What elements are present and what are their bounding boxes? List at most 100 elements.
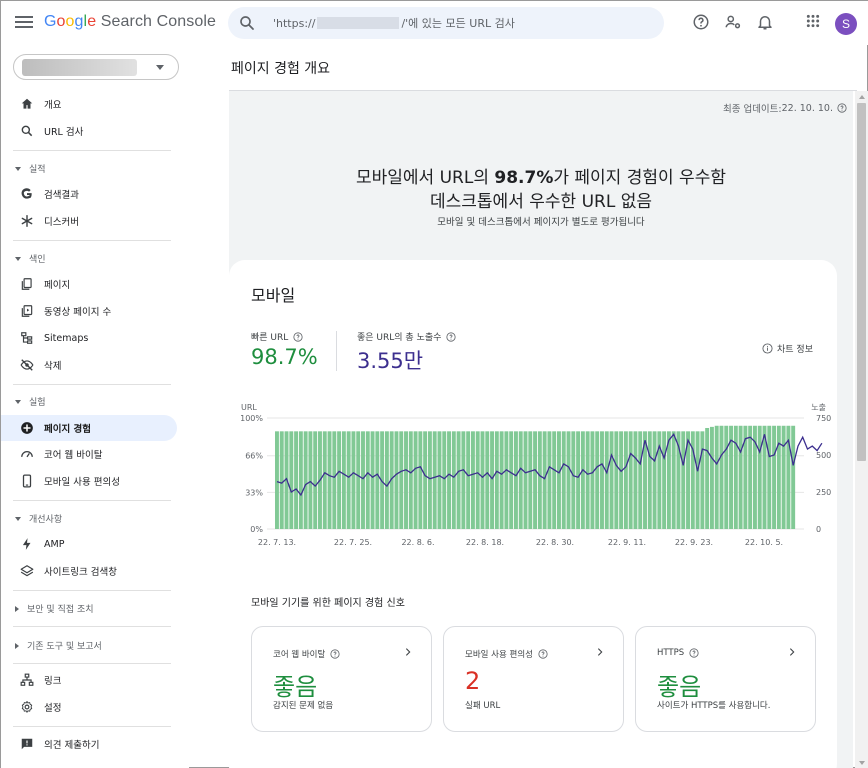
help-icon[interactable] [330, 649, 340, 659]
sidebar-item-pages[interactable]: 페이지 [1, 271, 177, 297]
help-icon[interactable] [689, 648, 699, 658]
metric-impressions[interactable]: 좋은 URL의 총 노출수 3.55만 [357, 330, 456, 375]
sidebar-item-search-results[interactable]: 검색결과 [1, 181, 177, 207]
main-scrollbar[interactable] [855, 91, 868, 768]
page-experience-chart: URL 노출 100% 750 66% 500 33% 250 0% 0 22. 7. 13. 22.… [240, 402, 831, 547]
signal-value: 2 [465, 667, 481, 695]
chart-bar [375, 431, 380, 529]
scroll-down-arrow-icon[interactable] [859, 761, 865, 765]
chart-bar [767, 425, 772, 529]
sidebar: 개요 URL 검사 실적 검색결과 디스커버 색인 페이지 동영상 페이지 수 … [1, 45, 189, 768]
chart-bar [523, 431, 528, 529]
apps-grid-icon[interactable] [805, 13, 821, 29]
sidebar-section-enhancements[interactable]: 개선사항 [15, 512, 62, 525]
chart-bar [518, 431, 523, 529]
notifications-bell-icon[interactable] [756, 13, 774, 31]
sidebar-section-performance[interactable]: 실적 [15, 162, 46, 175]
sidebar-item-amp[interactable]: AMP [1, 531, 177, 557]
sidebar-divider [13, 384, 171, 385]
search-icon [21, 125, 33, 137]
sidebar-item-url-inspection[interactable]: URL 검사 [1, 118, 177, 144]
help-icon[interactable] [538, 649, 548, 659]
signal-description: 감지된 문제 없음 [273, 701, 334, 711]
chart-bar [370, 431, 375, 529]
chart-bar [791, 425, 796, 529]
chart-bar [576, 431, 581, 529]
chart-bar [681, 431, 686, 529]
chart-bar [733, 425, 738, 529]
sidebar-section-index[interactable]: 색인 [15, 252, 46, 265]
sidebar-item-settings[interactable]: 설정 [1, 694, 177, 720]
chart-info-button[interactable]: 차트 정보 [762, 342, 813, 355]
chart-bar [322, 431, 327, 529]
chart-bar [561, 431, 566, 529]
signal-card-https[interactable]: HTTPS 좋음 사이트가 HTTPS를 사용합니다. [635, 626, 816, 732]
x-axis-tick: 22. 8. 18. [466, 538, 504, 547]
chart-bar [327, 431, 332, 529]
chart-bar [700, 431, 705, 529]
chart-bar [313, 431, 318, 529]
section-label: 실험 [29, 398, 46, 408]
sidebar-item-links[interactable]: 링크 [1, 667, 177, 693]
property-selector[interactable] [13, 54, 179, 80]
chart-bar [361, 431, 365, 529]
signal-card-core-web-vitals[interactable]: 코어 웹 바이탈 좋음 감지된 문제 없음 [251, 626, 432, 732]
chart-bar [537, 431, 542, 529]
chart-bar [418, 431, 423, 529]
sidebar-item-core-web-vitals[interactable]: 코어 웹 바이탈 [1, 441, 177, 467]
metric-fast-urls[interactable]: 빠른 URL 98.7% [251, 330, 318, 369]
menu-icon[interactable] [15, 14, 33, 32]
sidebar-section-legacy-tools[interactable]: 기존 도구 및 보고서 [15, 639, 102, 652]
chart-bar [662, 431, 667, 529]
collapse-arrow-icon [15, 166, 21, 171]
help-icon[interactable] [446, 331, 456, 342]
scrollbar-thumb[interactable] [857, 103, 866, 461]
search-icon [240, 16, 254, 30]
help-icon[interactable] [293, 331, 303, 342]
chart-bar [351, 431, 356, 529]
logo-letter: o [56, 13, 66, 30]
sidebar-item-discover[interactable]: 디스커버 [1, 208, 177, 234]
help-icon[interactable] [837, 103, 847, 113]
sidebar-item-removals[interactable]: 삭제 [1, 352, 177, 378]
help-icon[interactable] [692, 13, 710, 31]
sidebar-item-sitelinks-searchbox[interactable]: 사이트링크 검색창 [1, 558, 177, 584]
collapse-arrow-icon [15, 256, 21, 261]
chart-bar [442, 431, 447, 529]
chart-bar [719, 425, 724, 529]
signal-card-mobile-usability[interactable]: 모바일 사용 편의성 2 실패 URL [443, 626, 624, 732]
sidebar-item-feedback[interactable]: 의견 제출하기 [1, 731, 177, 757]
signal-description: 사이트가 HTTPS를 사용합니다. [657, 701, 771, 711]
metric-label: 좋은 URL의 총 노출수 [357, 333, 442, 343]
chart-bar [748, 425, 753, 529]
sidebar-section-security[interactable]: 보안 및 직접 조치 [15, 602, 94, 615]
collapse-arrow-icon [15, 516, 21, 521]
chart-bar [724, 425, 729, 529]
search-placeholder-prefix: 'https:// [273, 16, 316, 30]
sidebar-divider [13, 590, 171, 591]
chart-bar [456, 431, 461, 529]
scroll-up-arrow-icon[interactable] [859, 95, 865, 99]
sidebar-item-video-pages[interactable]: 동영상 페이지 수 [1, 298, 177, 324]
sidebar-item-label: Sitemaps [44, 332, 89, 344]
sidebar-section-experience[interactable]: 실험 [15, 395, 46, 408]
left-axis-title: URL [241, 403, 257, 412]
search-console-logo[interactable]: Google Search Console [44, 13, 216, 31]
sidebar-item-mobile-usability[interactable]: 모바일 사용 편의성 [1, 468, 177, 494]
sidebar-item-label: 사이트링크 검색창 [44, 567, 117, 578]
chart-bar [580, 431, 585, 529]
url-inspect-search-bar[interactable]: 'https:// /'에 있는 모든 URL 검사 [228, 7, 664, 39]
links-icon [20, 673, 34, 686]
left-axis-tick: 66% [245, 452, 263, 461]
top-bar: Google Search Console 'https:// /'에 있는 모… [1, 1, 868, 45]
page-title: 페이지 경험 개요 [231, 61, 331, 77]
last-updated-label: 최종 업데이트: [722, 104, 782, 115]
sidebar-item-overview[interactable]: 개요 [1, 91, 177, 117]
account-avatar[interactable]: S [835, 13, 857, 35]
section-label: 색인 [29, 255, 46, 265]
chart-bar [595, 431, 600, 529]
sidebar-item-sitemaps[interactable]: Sitemaps [1, 325, 177, 351]
manage-users-icon[interactable] [724, 13, 742, 31]
sidebar-item-page-experience[interactable]: 페이지 경험 [1, 415, 177, 441]
main-content: 페이지 경험 개요 최종 업데이트: 22. 10. 10. 모바일에서 URL… [189, 45, 868, 768]
